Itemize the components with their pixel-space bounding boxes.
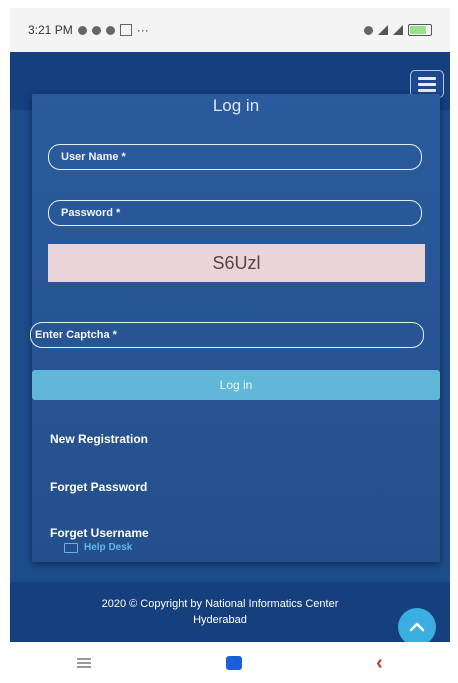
scroll-to-top-button[interactable] <box>398 608 436 646</box>
status-left: 3:21 PM ··· <box>28 23 149 37</box>
captcha-input-label: Enter Captcha * <box>35 329 117 341</box>
notification-icon <box>105 25 115 35</box>
login-title: Log in <box>212 96 260 115</box>
captcha-text: S6Uzl <box>212 252 261 273</box>
username-field[interactable]: User Name * <box>48 144 422 170</box>
password-field[interactable]: Password * <box>48 200 422 226</box>
recent-apps-icon[interactable] <box>77 657 92 668</box>
copyright-location: Hyderabad <box>193 614 247 626</box>
signal-icon <box>393 25 403 35</box>
password-label: Password * <box>61 207 121 219</box>
alarm-icon <box>364 25 373 35</box>
home-icon[interactable] <box>225 655 242 670</box>
copyright-line: 2020 © Copyright by National Informatics… <box>101 598 339 610</box>
help-desk-label: Help Desk <box>84 542 133 553</box>
forget-username-link[interactable]: Forget Username <box>50 526 149 540</box>
hamburger-menu-icon <box>418 76 436 80</box>
login-button[interactable]: Log in <box>32 370 440 400</box>
battery-icon <box>408 24 432 36</box>
forget-password-link[interactable]: Forget Password <box>50 480 147 494</box>
notification-icon <box>91 25 101 35</box>
captcha-input[interactable]: Enter Captcha * <box>30 322 424 348</box>
new-registration-link[interactable]: New Registration <box>50 432 148 446</box>
status-bar: 3:21 PM ··· <box>10 8 450 52</box>
login-card: Log in User Name * Password * S6Uzl Ente… <box>30 94 440 562</box>
captcha-image: S6Uzl <box>48 244 425 282</box>
footer-text: 2020 © Copyright by National Informatics… <box>50 596 390 628</box>
hamburger-menu-icon <box>418 82 436 86</box>
hamburger-menu-icon <box>418 88 436 92</box>
monitor-icon <box>64 542 78 553</box>
status-more: ··· <box>136 23 149 37</box>
notification-icon <box>119 24 132 36</box>
status-time: 3:21 PM <box>28 23 73 37</box>
wifi-icon <box>378 25 388 35</box>
footer: 2020 © Copyright by National Informatics… <box>10 582 450 642</box>
system-nav-bar: ‹ <box>10 642 450 683</box>
status-right <box>364 24 432 36</box>
chevron-up-icon <box>409 622 425 632</box>
notification-icon <box>77 25 87 35</box>
phone-screen: 3:21 PM ··· Log in User Name * Password … <box>10 8 450 683</box>
help-desk-link[interactable]: Help Desk <box>64 542 132 553</box>
back-icon[interactable]: ‹ <box>376 653 383 673</box>
username-label: User Name * <box>61 151 126 163</box>
